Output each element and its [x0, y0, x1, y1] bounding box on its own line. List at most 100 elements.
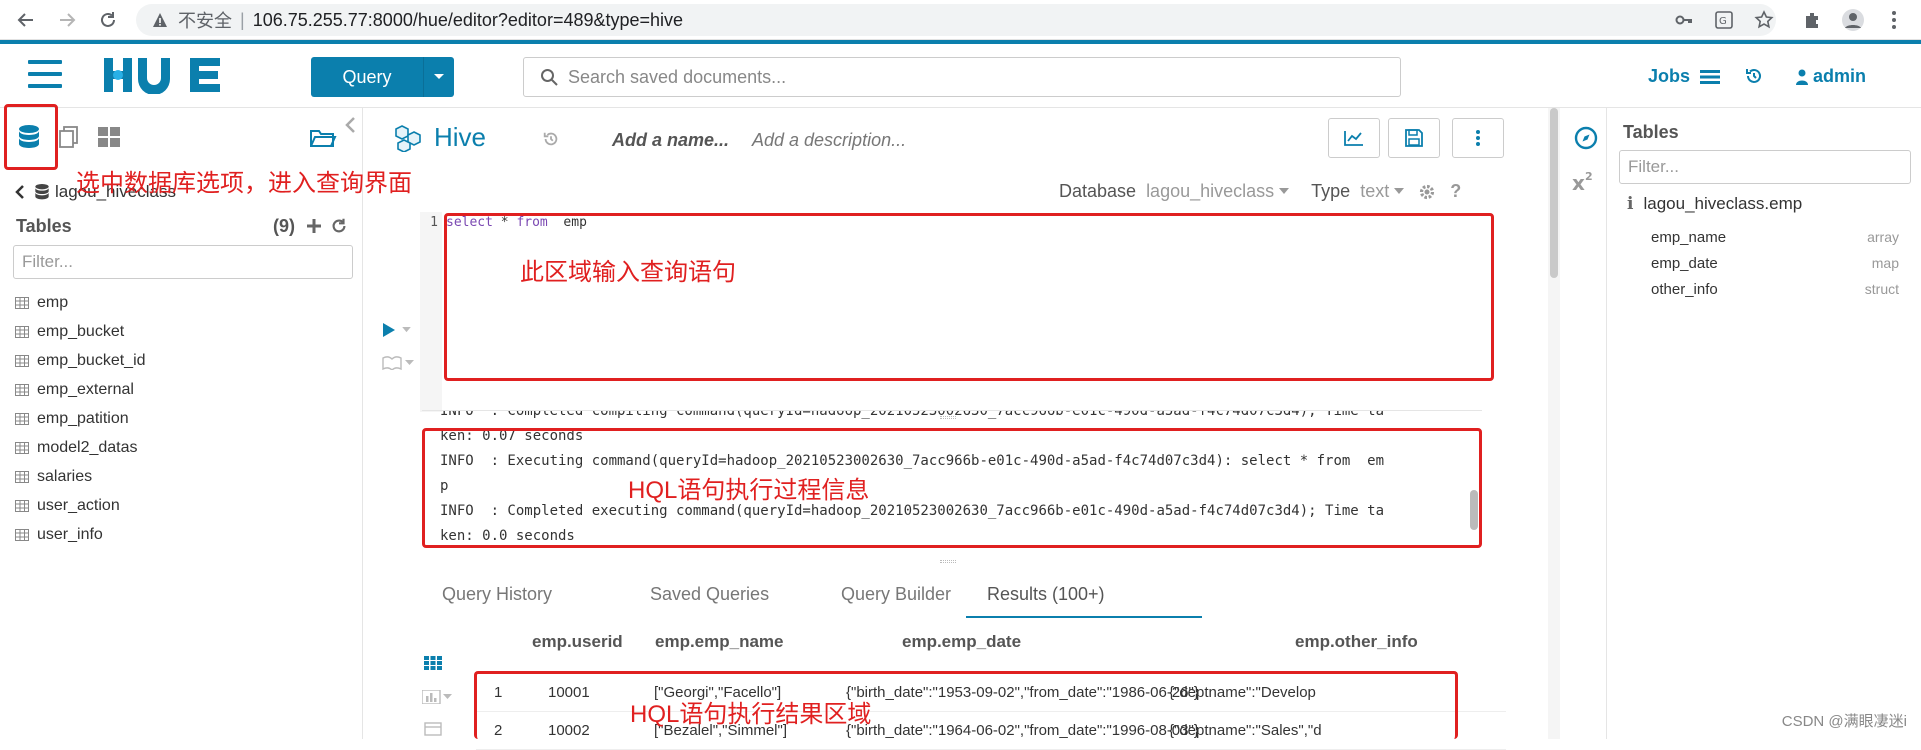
assist-column-name: emp_name	[1651, 229, 1726, 246]
user-icon	[1796, 69, 1808, 85]
profile-avatar-icon[interactable]	[1841, 8, 1865, 32]
more-menu-icon[interactable]	[1882, 8, 1906, 32]
editor-history-icon[interactable]	[542, 130, 560, 148]
open-folder-icon	[309, 125, 337, 149]
tables-filter-input[interactable]: Filter...	[13, 245, 353, 279]
assist-filter-input[interactable]: Filter...	[1619, 150, 1911, 184]
type-dropdown[interactable]: text	[1360, 181, 1389, 202]
table-icon	[15, 326, 29, 338]
more-options-button[interactable]	[1452, 118, 1504, 158]
table-list-item[interactable]: salaries	[15, 462, 146, 491]
address-bar[interactable]: 不安全 | 106.75.255.77:8000/hue/editor?edit…	[136, 4, 1776, 36]
table-list-item[interactable]: user_info	[15, 520, 146, 549]
table-icon	[15, 471, 29, 483]
forward-button[interactable]	[55, 8, 79, 32]
type-label: Type	[1311, 181, 1350, 202]
assist-column-type: struct	[1865, 281, 1899, 297]
editor-scrollbar[interactable]	[1548, 108, 1560, 739]
snippet-menu-button[interactable]	[382, 356, 414, 370]
assist-column-item[interactable]: other_infostruct	[1651, 281, 1899, 298]
refresh-icon	[330, 217, 348, 235]
editor-title: Hive	[394, 122, 486, 153]
caret-down-icon[interactable]	[423, 57, 454, 97]
save-button[interactable]	[1388, 118, 1440, 158]
apps-tab[interactable]	[94, 122, 124, 152]
assist-column-item[interactable]: emp_datemap	[1651, 255, 1899, 272]
annotation-box-log	[422, 428, 1482, 548]
browser-toolbar: 不安全 | 106.75.255.77:8000/hue/editor?edit…	[0, 0, 1921, 40]
hue-header: Query Search saved documents... Jobs adm…	[0, 44, 1921, 108]
annotation-label: 此区域输入查询语句	[520, 252, 736, 287]
back-button[interactable]	[14, 8, 38, 32]
arrow-right-icon	[57, 10, 77, 30]
arrow-left-icon	[16, 10, 36, 30]
editor-settings-bar: Database lagou_hiveclass Type text ?	[1059, 181, 1461, 202]
assist-column-item[interactable]: emp_namearray	[1651, 229, 1899, 246]
table-list-item[interactable]: emp	[15, 288, 146, 317]
save-icon	[1405, 129, 1423, 147]
query-name-input[interactable]: Add a name...	[612, 130, 729, 151]
hive-icon	[394, 124, 424, 152]
chevron-left-icon	[14, 184, 26, 200]
star-icon[interactable]	[1752, 8, 1776, 32]
scrollbar-thumb[interactable]	[1550, 108, 1558, 278]
tab-saved-queries[interactable]: Saved Queries	[650, 584, 769, 605]
folder-tab[interactable]	[308, 122, 338, 152]
line-chart-icon	[1344, 130, 1364, 146]
key-icon[interactable]	[1672, 8, 1696, 32]
database-small-icon	[34, 183, 50, 201]
table-name: user_info	[37, 526, 103, 544]
documents-tab[interactable]	[54, 122, 84, 152]
svg-text:G: G	[1719, 16, 1727, 27]
column-header[interactable]: emp.userid	[532, 632, 623, 652]
table-list-item[interactable]: emp_bucket_id	[15, 346, 146, 375]
extensions-icon[interactable]	[1800, 8, 1824, 32]
info-icon[interactable]: i	[1627, 194, 1633, 214]
annotation-box-editor	[444, 213, 1494, 381]
table-list-item[interactable]: user_action	[15, 491, 146, 520]
assist-table-name: lagou_hiveclass.emp	[1643, 194, 1802, 214]
search-input[interactable]: Search saved documents...	[523, 57, 1401, 97]
database-dropdown[interactable]: lagou_hiveclass	[1146, 181, 1274, 202]
history-icon[interactable]	[1744, 66, 1764, 86]
table-name: emp_external	[37, 381, 134, 399]
table-icon	[15, 500, 29, 512]
table-name: model2_datas	[37, 439, 138, 457]
collapse-left-icon[interactable]	[344, 116, 356, 134]
warning-icon	[152, 12, 168, 28]
query-button[interactable]: Query	[311, 57, 454, 97]
column-header[interactable]: emp.emp_date	[902, 632, 1021, 652]
url-text: 106.75.255.77:8000/hue/editor?editor=489…	[253, 10, 683, 31]
editor-toolbar: Hive Add a name... Add a description...	[364, 108, 1546, 168]
annotation-box-results	[474, 671, 1458, 739]
reload-button[interactable]	[96, 8, 120, 32]
table-list-item[interactable]: emp_external	[15, 375, 146, 404]
hue-logo[interactable]	[104, 56, 228, 94]
table-icon	[15, 413, 29, 425]
execute-button[interactable]	[382, 322, 411, 338]
translate-icon[interactable]: G	[1712, 8, 1736, 32]
table-list-item[interactable]: emp_bucket	[15, 317, 146, 346]
hamburger-menu-icon[interactable]	[28, 60, 62, 88]
tab-results[interactable]: Results (100+)	[987, 584, 1105, 605]
resize-handle[interactable]	[940, 560, 956, 563]
assist-table-entry[interactable]: i lagou_hiveclass.emp	[1627, 194, 1802, 214]
table-list-item[interactable]: emp_patition	[15, 404, 146, 433]
column-header[interactable]: emp.emp_name	[655, 632, 784, 652]
user-menu[interactable]: admin	[1796, 66, 1866, 87]
add-icon	[306, 218, 322, 234]
chart-button[interactable]	[1328, 118, 1380, 158]
help-icon[interactable]: ?	[1450, 181, 1461, 202]
table-name: emp_patition	[37, 410, 129, 428]
table-list-item[interactable]: model2_datas	[15, 433, 146, 462]
grid-icon	[97, 126, 121, 148]
tab-query-history[interactable]: Query History	[442, 584, 552, 605]
table-icon	[15, 529, 29, 541]
column-header[interactable]: emp.other_info	[1295, 632, 1418, 652]
resize-handle[interactable]	[940, 416, 956, 419]
table-icon	[15, 442, 29, 454]
result-tabs: Query History Saved Queries Query Builde…	[420, 574, 1540, 620]
query-description-input[interactable]: Add a description...	[752, 130, 906, 151]
jobs-button[interactable]: Jobs	[1648, 66, 1720, 87]
tab-query-builder[interactable]: Query Builder	[841, 584, 951, 605]
